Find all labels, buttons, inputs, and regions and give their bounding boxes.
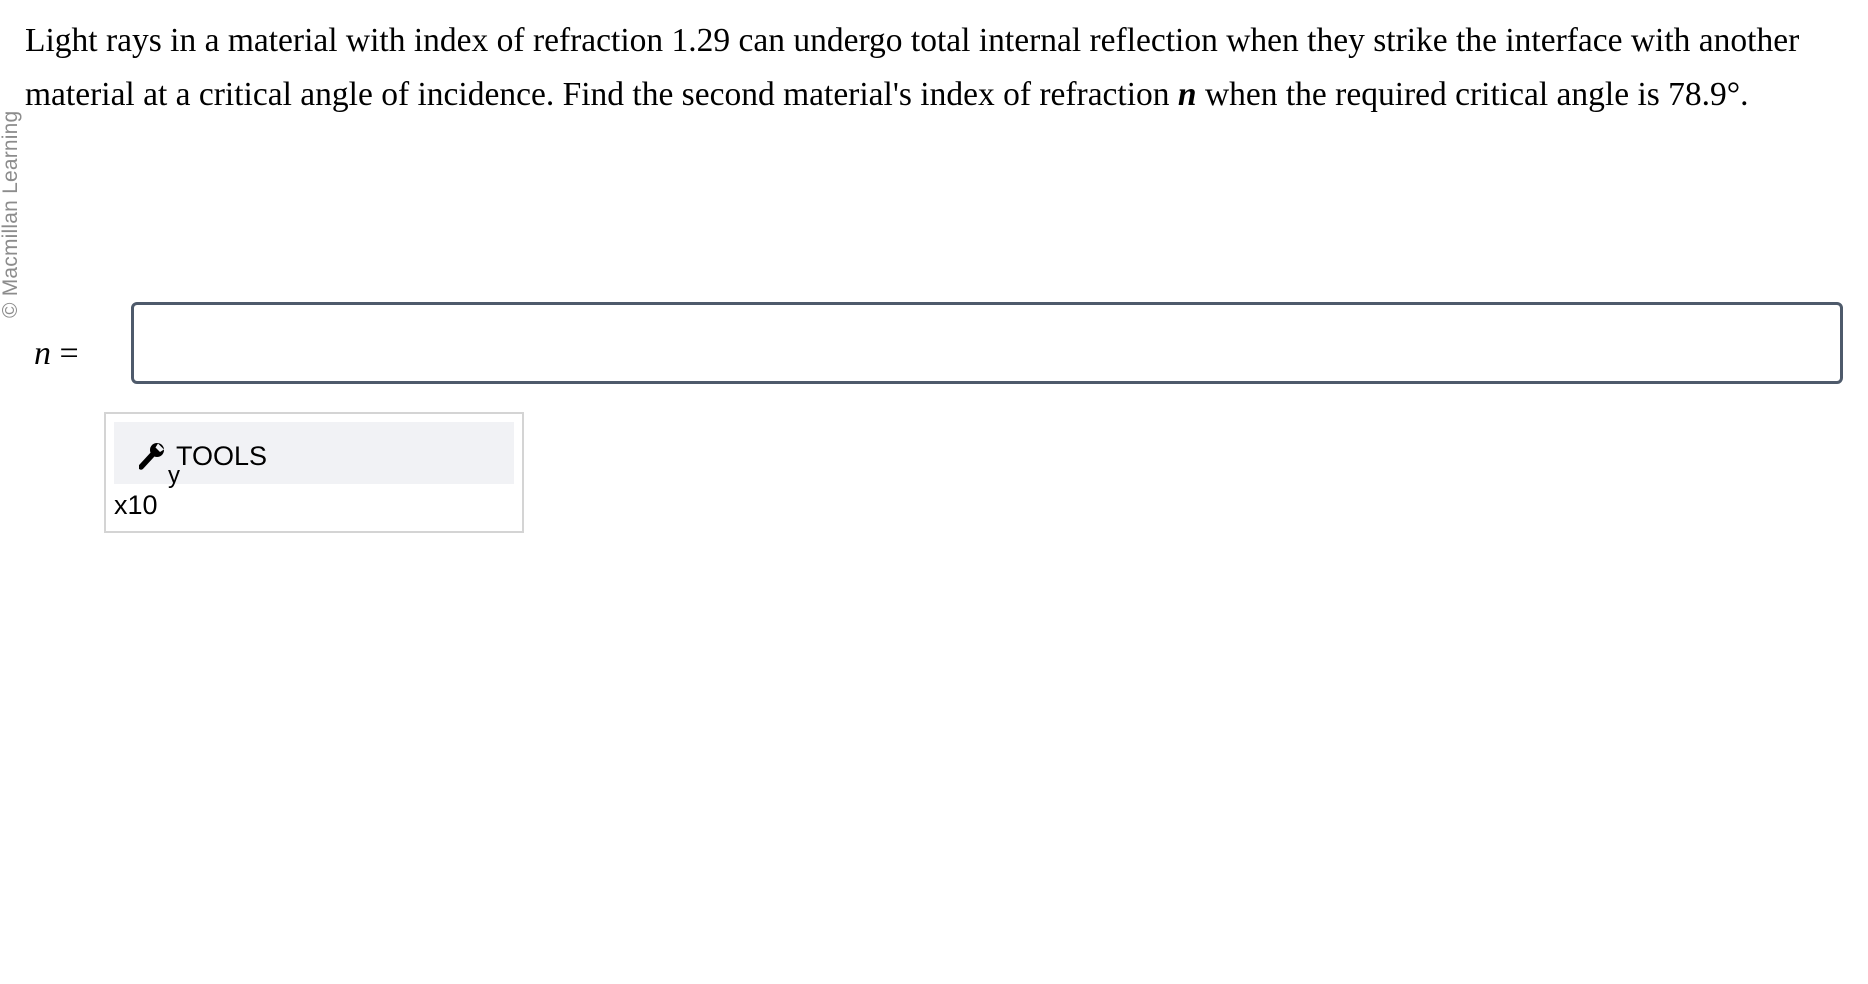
tools-button[interactable]: TOOLS y xyxy=(114,422,514,488)
answer-input[interactable] xyxy=(131,302,1843,384)
question-text: Light rays in a material with index of r… xyxy=(25,14,1865,122)
tools-sub-label: y xyxy=(168,462,180,489)
question-variable: n xyxy=(1177,76,1197,113)
answer-equals: = xyxy=(51,335,79,372)
wrench-icon xyxy=(139,443,164,470)
tools-label: TOOLS xyxy=(176,441,268,471)
multiplier-button[interactable]: x10 xyxy=(114,490,158,520)
question-text-after: when the required critical angle is 78.9… xyxy=(1196,76,1749,113)
answer-label: n = xyxy=(34,334,79,374)
tools-panel: TOOLS y x10 xyxy=(104,412,524,533)
copyright-watermark: © Macmillan Learning xyxy=(0,110,22,318)
answer-variable: n xyxy=(34,335,51,372)
